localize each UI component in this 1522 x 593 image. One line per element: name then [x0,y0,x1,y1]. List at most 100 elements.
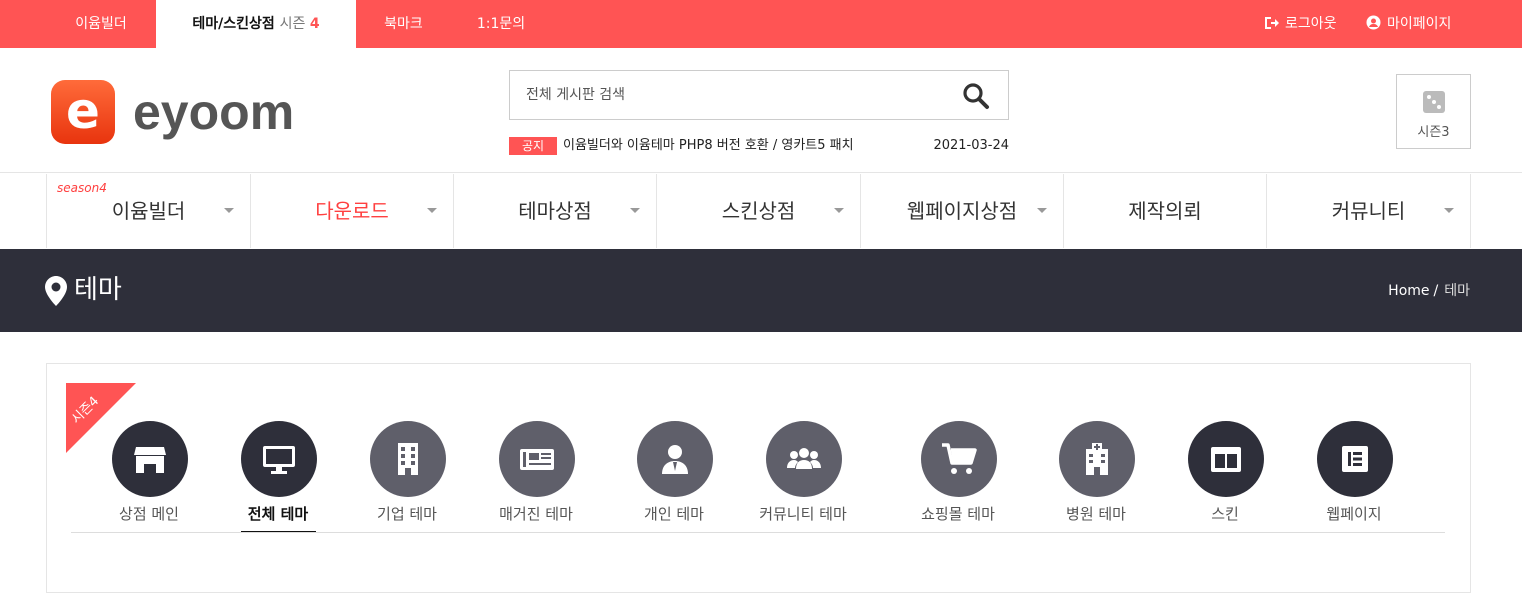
caret-down-icon [1037,208,1047,213]
top-link-inquiry[interactable]: 1:1문의 [451,0,551,48]
top-link-label: 1:1문의 [476,16,526,32]
category-skin[interactable]: 스킨 [1170,421,1280,533]
category-circle [766,421,842,497]
nav-item-label: 다운로드 [315,199,389,223]
notice-text[interactable]: 이윰빌더와 이윰테마 PHP8 버전 호환 / 영카트5 패치 [563,136,854,156]
breadcrumb: Home / 테마 [1388,280,1470,300]
main-nav: season4 이윰빌더 다운로드 테마상점 스킨상점 웹페이지상점 제작의뢰 … [46,174,1471,248]
category-all-themes[interactable]: 전체 테마 [223,421,333,533]
nav-item-label: 제작의뢰 [1128,199,1202,223]
category-label: 매거진 테마 [499,505,573,523]
logout-link[interactable]: 로그아웃 [1264,0,1337,48]
category-circle [370,421,446,497]
nav-item-custom-order[interactable]: 제작의뢰 [1063,174,1266,248]
search-input[interactable] [510,71,950,119]
top-link-eyoom-builder[interactable]: 이윰빌더 [46,0,156,48]
breadcrumb-separator: / [1433,283,1439,299]
user-circle-icon [1366,15,1381,30]
cart-icon [942,443,977,474]
top-bar: 이윰빌더 테마/스킨상점 시즌 4 북마크 1:1문의 로그아웃 마이페이지 [0,0,1522,48]
building-icon [398,443,418,475]
season-switch-button[interactable]: 시즌3 [1396,74,1471,149]
season-label: 시즌 4 [280,16,320,32]
category-circle [637,421,713,497]
nav-item-download[interactable]: 다운로드 [250,174,453,248]
nav-item-label: 커뮤니티 [1331,199,1406,223]
search-button[interactable] [962,82,990,110]
notice-tag: 공지 [509,137,557,155]
page-icon [1342,446,1368,472]
category-hospital-themes[interactable]: 병원 테마 [1041,421,1151,533]
search-box [509,70,1009,120]
category-corporate-themes[interactable]: 기업 테마 [352,421,462,533]
top-link-label: 테마/스킨상점 [192,16,275,32]
caret-down-icon [427,208,437,213]
category-circle [1059,421,1135,497]
site-logo[interactable]: e eyoom [51,80,311,144]
mypage-label: 마이페이지 [1387,16,1452,32]
logo-mark-letter: e [66,82,100,140]
category-circle [499,421,575,497]
category-circle [921,421,997,497]
columns-icon [1211,447,1241,472]
nav-item-label: 스킨상점 [721,199,796,223]
dice-icon [1423,91,1445,113]
nav-item-webpage-shop[interactable]: 웹페이지상점 [860,174,1063,248]
top-link-theme-shop[interactable]: 테마/스킨상점 시즌 4 [156,0,356,48]
season-number: 4 [309,16,320,32]
breadcrumb-current: 테마 [1444,283,1470,299]
site-header: e eyoom 공지 이윰빌더와 이윰테마 PHP8 버전 호환 / 영카트5 … [0,48,1522,173]
nav-item-label: 이윰빌더 [111,199,186,223]
category-label: 병원 테마 [1066,505,1126,523]
notice-bar: 공지 이윰빌더와 이윰테마 PHP8 버전 호환 / 영카트5 패치 2021-… [509,136,1009,156]
category-label: 쇼핑몰 테마 [921,505,995,523]
logo-mark: e [51,80,115,144]
category-circle [112,421,188,497]
nav-item-theme-shop[interactable]: 테마상점 [453,174,656,248]
category-label: 상점 메인 [119,505,179,523]
store-icon [134,447,166,473]
category-label: 기업 테마 [377,505,437,523]
search-icon [963,83,989,109]
caret-down-icon [224,208,234,213]
caret-down-icon [834,208,844,213]
nav-item-community[interactable]: 커뮤니티 [1266,174,1471,248]
nav-item-label: 테마상점 [518,199,592,223]
notice-date: 2021-03-24 [933,138,1009,153]
top-link-label: 이윰빌더 [75,16,127,32]
top-link-bookmark[interactable]: 북마크 [356,0,451,48]
category-community-themes[interactable]: 커뮤니티 테마 [748,421,858,533]
users-icon [787,448,821,469]
category-label: 전체 테마 [247,505,309,523]
category-store-main[interactable]: 상점 메인 [94,421,204,533]
map-marker-icon [45,276,67,306]
category-circle [1188,421,1264,497]
logout-label: 로그아웃 [1285,16,1337,32]
category-circle [1317,421,1393,497]
category-circle [241,421,317,497]
category-label: 스킨 [1211,505,1239,523]
category-webpage[interactable]: 웹페이지 [1299,421,1409,533]
category-shopping-themes[interactable]: 쇼핑몰 테마 [903,421,1013,533]
category-label: 웹페이지 [1326,505,1382,523]
monitor-icon [263,446,295,474]
sign-out-icon [1265,17,1279,29]
nav-item-label: 웹페이지상점 [906,199,1018,223]
mypage-link[interactable]: 마이페이지 [1366,0,1451,48]
season-switch-label: 시즌3 [1417,125,1450,140]
nav-item-skin-shop[interactable]: 스킨상점 [656,174,860,248]
breadcrumb-home[interactable]: Home [1388,283,1429,299]
hospital-icon [1086,443,1108,475]
category-magazine-themes[interactable]: 매거진 테마 [481,421,591,533]
page-banner: 테마 Home / 테마 [0,249,1522,332]
logo-wordmark: eyoom [133,84,295,140]
user-icon [662,445,688,474]
top-link-label: 북마크 [384,16,423,32]
category-personal-themes[interactable]: 개인 테마 [619,421,729,533]
caret-down-icon [630,208,640,213]
page-title: 테마 [74,275,122,305]
nav-item-eyoom-builder[interactable]: season4 이윰빌더 [46,174,250,248]
category-divider [71,532,1445,533]
season-prefix: 시즌 [279,16,306,32]
caret-down-icon [1444,208,1454,213]
